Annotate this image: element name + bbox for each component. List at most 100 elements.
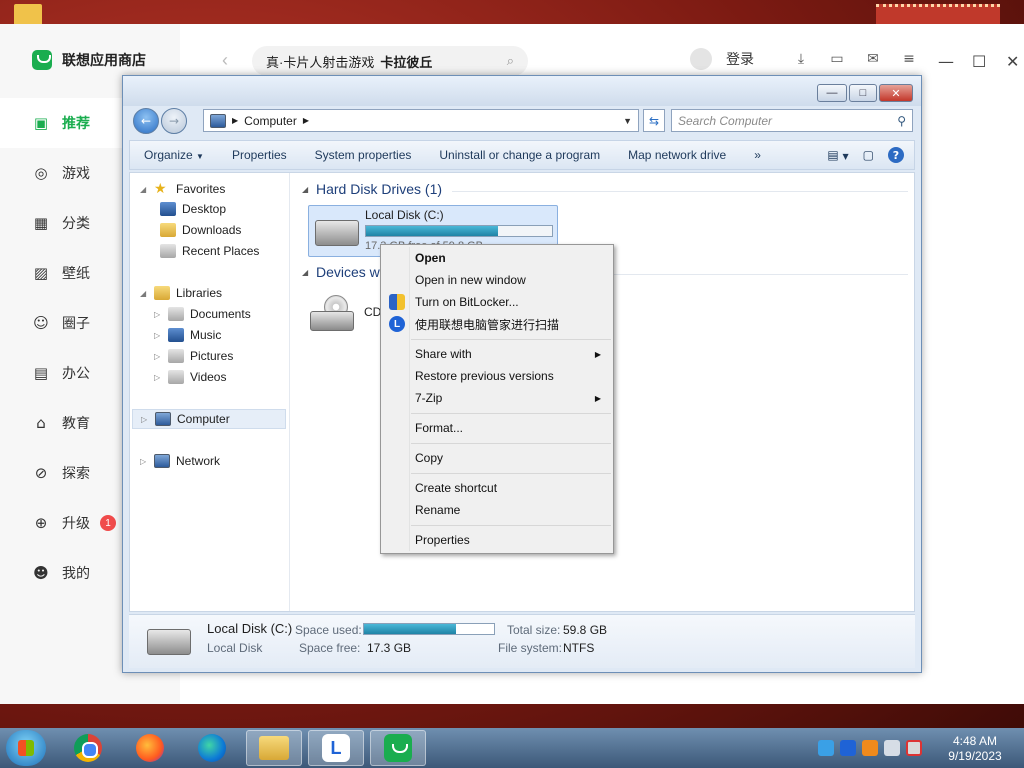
menu-create-shortcut[interactable]: Create shortcut xyxy=(383,477,611,499)
desktop-notepad-icon[interactable] xyxy=(876,4,1000,24)
menu-properties[interactable]: Properties xyxy=(383,529,611,551)
nav-favorites[interactable]: ◢ ★ Favorites xyxy=(140,181,225,197)
breadcrumb[interactable]: Computer xyxy=(244,114,297,128)
message-icon[interactable]: ▭ xyxy=(826,51,848,67)
menu-label: Share with xyxy=(415,347,472,361)
uninstall-program-button[interactable]: Uninstall or change a program xyxy=(425,148,614,162)
help-icon[interactable]: ? xyxy=(888,147,904,163)
nav-libraries[interactable]: ◢ Libraries xyxy=(140,286,222,300)
explorer-close-button[interactable]: ✕ xyxy=(879,84,913,102)
download-icon[interactable]: ⤓ xyxy=(790,51,812,67)
taskbar-app-store[interactable] xyxy=(370,730,426,766)
file-system-label: File system: xyxy=(498,641,563,655)
nav-label: 探索 xyxy=(62,465,90,481)
submenu-arrow-icon: ▶ xyxy=(594,393,601,403)
menu-open[interactable]: Open xyxy=(383,247,611,269)
search-icon[interactable]: ⌕ xyxy=(507,54,514,69)
tray-security-icon[interactable] xyxy=(818,740,834,756)
taskbar-explorer[interactable] xyxy=(246,730,302,766)
collapse-icon[interactable]: ◢ xyxy=(302,268,310,277)
search-icon[interactable]: ⚲ xyxy=(897,114,906,128)
taskbar-firefox[interactable] xyxy=(122,730,178,766)
avatar[interactable] xyxy=(690,48,712,70)
explorer-minimize-button[interactable]: — xyxy=(817,84,847,102)
expand-icon[interactable]: ▷ xyxy=(154,310,162,319)
app-search-bar[interactable]: 真·卡片人射击游戏 卡拉彼丘 ⌕ xyxy=(252,46,528,76)
expand-icon[interactable]: ▷ xyxy=(141,415,149,424)
lenovo-icon: L xyxy=(389,316,405,332)
expand-icon[interactable]: ▷ xyxy=(154,373,162,382)
nav-videos[interactable]: ▷ Videos xyxy=(154,370,226,384)
refresh-button[interactable]: ⇆ xyxy=(643,109,665,132)
minimize-icon[interactable]: — xyxy=(938,52,954,71)
taskbar-chrome[interactable] xyxy=(60,730,116,766)
back-button[interactable]: ← xyxy=(133,108,159,134)
view-options-icon[interactable]: ▤ ▼ xyxy=(827,148,848,162)
map-network-drive-button[interactable]: Map network drive xyxy=(614,148,740,162)
expand-icon[interactable]: ▷ xyxy=(140,457,148,466)
explorer-maximize-button[interactable]: □ xyxy=(849,84,877,102)
menu-copy[interactable]: Copy xyxy=(383,447,611,469)
nav-music[interactable]: ▷ Music xyxy=(154,328,221,342)
maximize-icon[interactable]: ☐ xyxy=(972,52,986,71)
collapse-icon[interactable]: ◢ xyxy=(140,185,148,194)
nav-computer[interactable]: ▷ Computer xyxy=(132,409,286,429)
menu-restore[interactable]: Restore previous versions xyxy=(383,365,611,387)
menu-rename[interactable]: Rename xyxy=(383,499,611,521)
cd-drive-label[interactable]: CD xyxy=(364,305,381,319)
tray-lenovo-icon[interactable] xyxy=(840,740,856,756)
chevron-down-icon[interactable]: ▼ xyxy=(623,116,632,126)
group-devices[interactable]: ◢ Devices wi xyxy=(302,264,383,280)
nav-network[interactable]: ▷ Network xyxy=(140,454,220,468)
nav-desktop[interactable]: Desktop xyxy=(160,202,226,216)
collapse-icon[interactable]: ◢ xyxy=(140,289,148,298)
recent-places-icon xyxy=(160,244,176,258)
clock[interactable]: 4:48 AM 9/19/2023 xyxy=(940,734,1010,764)
mail-icon[interactable]: ✉ xyxy=(862,51,884,67)
preview-pane-icon[interactable]: ▢ xyxy=(863,148,874,162)
tray-search-icon[interactable] xyxy=(862,740,878,756)
more-commands-button[interactable]: » xyxy=(740,148,775,162)
group-title: Hard Disk Drives (1) xyxy=(316,181,443,197)
nav-pictures[interactable]: ▷ Pictures xyxy=(154,349,233,363)
taskbar-edge[interactable] xyxy=(184,730,240,766)
collapse-icon[interactable]: ◢ xyxy=(302,185,310,194)
cd-drive-icon[interactable] xyxy=(310,295,354,331)
expand-icon[interactable]: ▷ xyxy=(154,352,162,361)
tray-network-icon[interactable] xyxy=(884,740,900,756)
explorer-titlebar[interactable]: — □ ✕ xyxy=(123,76,921,106)
desktop-folder-icon[interactable] xyxy=(14,4,42,26)
taskbar-lenovo[interactable]: L xyxy=(308,730,364,766)
breadcrumb-arrow-icon[interactable]: ▶ xyxy=(232,116,238,125)
chrome-icon xyxy=(74,734,102,762)
menu-lenovo-scan[interactable]: L 使用联想电脑管家进行扫描 xyxy=(383,313,611,335)
menu-icon[interactable]: ≡ xyxy=(898,51,920,67)
nav-label: Recent Places xyxy=(182,244,260,258)
login-link[interactable]: 登录 xyxy=(726,49,754,69)
nav-recent-places[interactable]: Recent Places xyxy=(160,244,259,258)
menu-7zip[interactable]: 7-Zip ▶ xyxy=(383,387,611,409)
tray-volume-muted-icon[interactable] xyxy=(906,740,922,756)
menu-format[interactable]: Format... xyxy=(383,417,611,439)
properties-button[interactable]: Properties xyxy=(218,148,301,162)
group-hard-disk[interactable]: ◢ Hard Disk Drives (1) xyxy=(302,181,442,197)
nav-documents[interactable]: ▷ Documents xyxy=(154,307,251,321)
system-properties-button[interactable]: System properties xyxy=(301,148,426,162)
taskbar: L 4:48 AM 9/19/2023 xyxy=(0,728,1024,768)
expand-icon[interactable]: ▷ xyxy=(154,331,162,340)
forward-button[interactable]: → xyxy=(161,108,187,134)
nav-downloads[interactable]: Downloads xyxy=(160,223,241,237)
close-icon[interactable]: ✕ xyxy=(1006,52,1019,71)
nav-label: 教育 xyxy=(62,415,90,431)
organize-button[interactable]: Organize ▼ xyxy=(130,148,218,162)
address-bar[interactable]: ▶ Computer ▶ ▼ xyxy=(203,109,639,132)
back-arrow-icon[interactable]: ‹ xyxy=(222,50,228,71)
menu-bitlocker[interactable]: Turn on BitLocker... xyxy=(383,291,611,313)
breadcrumb-arrow-icon[interactable]: ▶ xyxy=(303,116,309,125)
clock-time: 4:48 AM xyxy=(952,734,998,748)
explorer-search-input[interactable]: Search Computer ⚲ xyxy=(671,109,913,132)
start-button[interactable] xyxy=(6,730,46,766)
store-logo-icon xyxy=(32,50,52,70)
menu-share-with[interactable]: Share with ▶ xyxy=(383,343,611,365)
menu-open-new-window[interactable]: Open in new window xyxy=(383,269,611,291)
